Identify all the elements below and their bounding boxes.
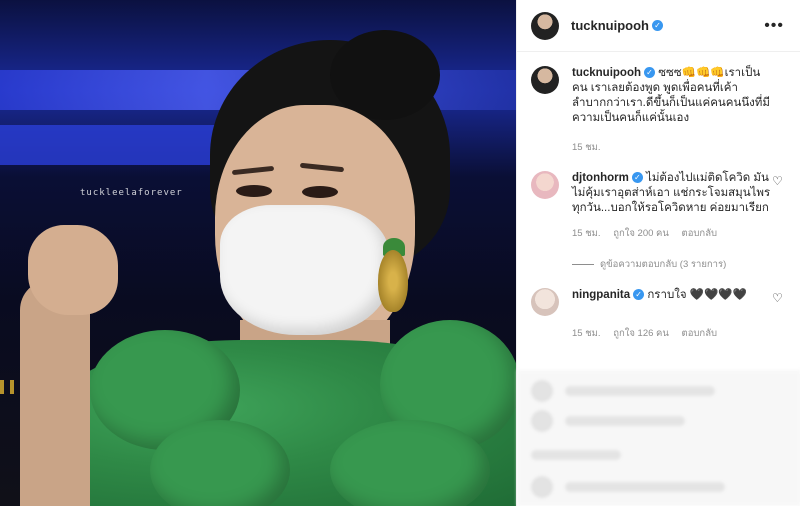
comment-username[interactable]: ningpanita (572, 289, 630, 301)
comment-likes[interactable]: ถูกใจ 200 คน (613, 228, 669, 239)
caption-username[interactable]: tucknuipooh (572, 67, 641, 79)
reply-button[interactable]: ตอบกลับ (682, 228, 718, 239)
avatar[interactable] (531, 288, 559, 316)
blurred-line (565, 482, 725, 492)
comment-list: tucknuipooh ✓ ซซซ👊👊👊เราเป็นคน เราเลยต้องพ… (517, 52, 800, 341)
comment-body: ningpanita ✓ กราบใจ 🖤🖤🖤🖤 (572, 288, 772, 303)
comment-row: ningpanita ✓ กราบใจ 🖤🖤🖤🖤 ♡ (531, 288, 784, 316)
stage-light (0, 125, 230, 165)
blurred-line (565, 416, 685, 426)
post-header: tucknuipooh ✓ ••• (517, 0, 800, 52)
post-photo[interactable]: tuckleelaforever (0, 0, 516, 506)
watermark: tuckleelaforever (80, 188, 183, 198)
face-mask (220, 205, 390, 335)
blurred-avatar (531, 380, 553, 402)
blurred-line (565, 386, 715, 396)
comments-panel: tucknuipooh ✓ ••• tucknuipooh ✓ ซซซ👊👊👊เรา… (516, 0, 800, 506)
verified-badge-icon: ✓ (631, 172, 643, 184)
like-heart-icon[interactable]: ♡ (772, 175, 784, 187)
comment-likes[interactable]: ถูกใจ 126 คน (613, 328, 669, 339)
caption-meta: 15 ชม. (572, 140, 784, 155)
replies-line (572, 264, 594, 265)
comment-text: กราบใจ 🖤🖤🖤🖤 (647, 289, 748, 301)
caption-row: tucknuipooh ✓ ซซซ👊👊👊เราเป็นคน เราเลยต้องพ… (531, 66, 784, 126)
caption-body: tucknuipooh ✓ ซซซ👊👊👊เราเป็นคน เราเลยต้องพ… (572, 66, 772, 126)
avatar[interactable] (531, 11, 559, 40)
view-replies-label[interactable]: ดูข้อความตอบกลับ (3 รายการ) (600, 257, 726, 272)
comment-body: djtonhorm ✓ ไม่ต้องไปแม่ติดโควิด มันไม่คุ… (572, 171, 772, 216)
blurred-avatar (531, 476, 553, 498)
verified-badge-icon: ✓ (644, 67, 655, 79)
comment-time[interactable]: 15 ชม. (572, 328, 601, 339)
avatar[interactable] (531, 171, 559, 199)
like-heart-icon[interactable]: ♡ (772, 292, 784, 304)
comment-time[interactable]: 15 ชม. (572, 228, 601, 239)
blurred-area (517, 370, 800, 506)
blurred-line (531, 450, 621, 460)
pineapple-earring (378, 250, 408, 312)
raised-fist (28, 225, 118, 315)
comment-meta: 15 ชม. ถูกใจ 200 คน ตอบกลับ (572, 226, 784, 241)
hair-bun (330, 30, 440, 120)
eye (302, 186, 338, 198)
comment-username[interactable]: djtonhorm (572, 172, 629, 184)
avatar[interactable] (531, 66, 559, 94)
eye (236, 185, 272, 197)
header-username[interactable]: tucknuipooh (571, 18, 649, 33)
comment-row: djtonhorm ✓ ไม่ต้องไปแม่ติดโควิด มันไม่คุ… (531, 171, 784, 216)
view-replies[interactable]: ดูข้อความตอบกลับ (3 รายการ) (572, 257, 784, 272)
caption-time[interactable]: 15 ชม. (572, 142, 601, 153)
verified-badge-icon: ✓ (652, 20, 663, 31)
more-options-icon[interactable]: ••• (764, 17, 784, 35)
reply-button[interactable]: ตอบกลับ (682, 328, 718, 339)
verified-badge-icon: ✓ (633, 289, 645, 301)
comment-meta: 15 ชม. ถูกใจ 126 คน ตอบกลับ (572, 326, 784, 341)
blurred-avatar (531, 410, 553, 432)
